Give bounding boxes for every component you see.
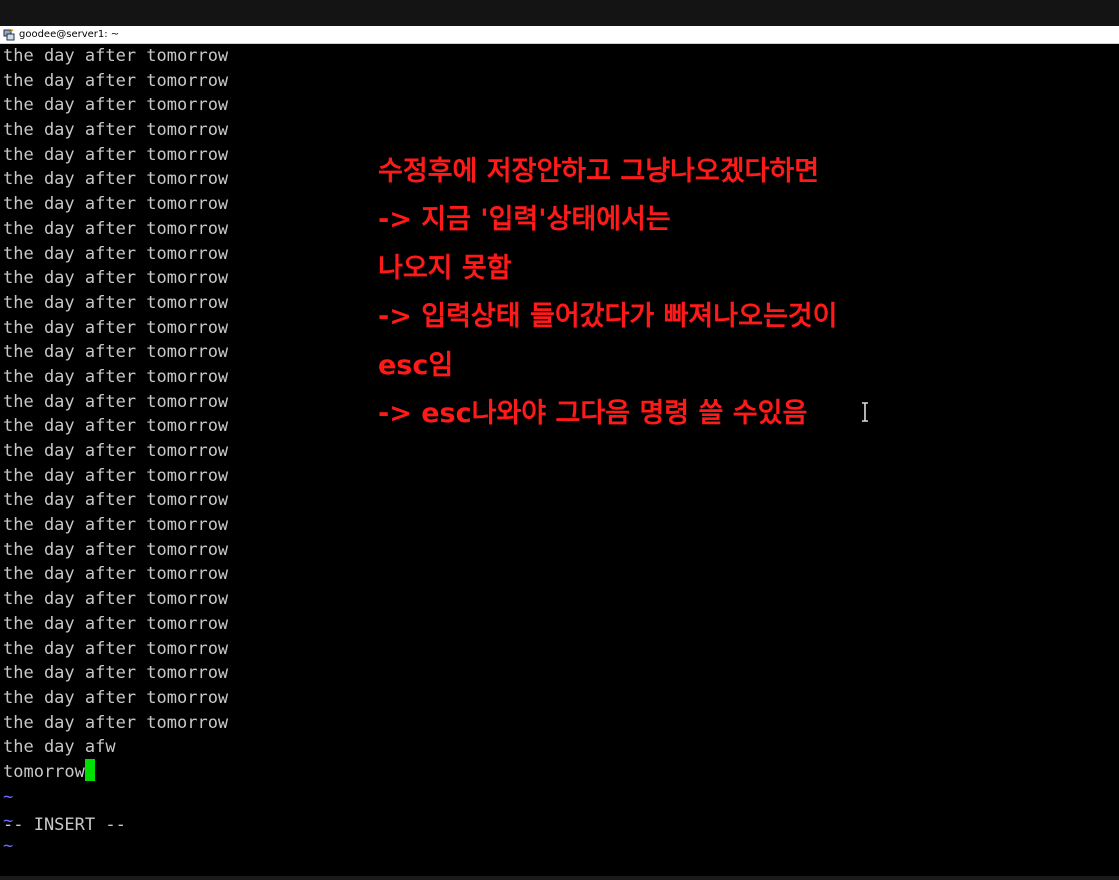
terminal-line: the day after tomorrow <box>3 46 229 66</box>
annotation-text: 수정후에 저장안하고 그냥나오겠다하면 -> 지금 '입력'상태에서는나오지 못함… <box>378 148 837 438</box>
terminal-line: the day after tomorrow <box>3 95 229 116</box>
putty-icon <box>3 28 15 40</box>
window-title-bar[interactable]: goodee@server1: ~ <box>0 26 1119 44</box>
i-beam-cursor-icon <box>862 402 868 422</box>
window-bottom-edge <box>0 876 1119 880</box>
terminal-lines: the day after tomorrow the day after tomo… <box>3 44 228 859</box>
annotation-line: -> 지금 '입력'상태에서는 <box>378 204 671 236</box>
terminal-line: the day after tomorrow <box>3 169 229 190</box>
window-title: goodee@server1: ~ <box>19 29 120 40</box>
terminal-line: the day after tomorrow <box>3 441 229 461</box>
annotation-line: 나오지 못함 <box>378 252 512 284</box>
annotation-line: -> esc나와야 그다음 명령 쓸 수있음 <box>378 398 808 430</box>
terminal-line: the day after tomorrow <box>3 317 229 338</box>
terminal-line: the day after tomorrow <box>3 292 229 313</box>
vim-mode-status: -- INSERT -- <box>3 815 126 835</box>
terminal-line: the day after tomorrow <box>3 342 229 363</box>
annotation-line: 수정후에 저장안하고 그냥나오겠다하면 <box>378 156 820 187</box>
terminal-line: the day after tomorrow <box>3 120 229 141</box>
annotation-line: esc임 <box>378 349 454 381</box>
window-top-bar <box>0 0 1119 26</box>
terminal-line: the day after tomorrow <box>3 416 229 437</box>
terminal-line: the day after tomorrow <box>3 218 229 239</box>
terminal-line: the day after tomorrow <box>3 268 229 289</box>
terminal-line: the day after tomorrow <box>3 391 229 412</box>
annotation-line: -> 입력상태 들어갔다가 빠져나오는것이 <box>378 301 838 333</box>
terminal-line-text: tomorrow <box>3 761 85 782</box>
terminal-line: the day after tomorrow <box>3 243 229 264</box>
terminal-line: the day after tomorrow <box>3 70 229 91</box>
terminal-line: the day after tomorrow <box>3 613 229 634</box>
terminal-line: the day after tomorrow <box>3 638 229 659</box>
terminal-cursor-line: tomorrow <box>3 759 228 785</box>
empty-line-tilde: ~ <box>3 836 14 856</box>
terminal-line: the day after tomorrow <box>3 539 229 560</box>
terminal-line: the day after tomorrow <box>3 144 229 165</box>
block-cursor <box>84 759 95 782</box>
terminal-line: the day after tomorrow <box>3 515 229 536</box>
terminal-line: the day after tomorrow <box>3 465 229 486</box>
terminal-line: the day after tomorrow <box>3 490 229 511</box>
terminal-line: the day afw <box>3 737 116 758</box>
terminal-line: the day after tomorrow <box>3 366 229 387</box>
terminal-line: the day after tomorrow <box>3 564 229 585</box>
terminal-line: the day after tomorrow <box>3 589 229 610</box>
terminal-line: the day after tomorrow <box>3 663 229 684</box>
terminal-line: the day after tomorrow <box>3 712 229 733</box>
terminal-line: the day after tomorrow <box>3 194 229 215</box>
empty-line-tilde: ~ <box>3 786 14 807</box>
terminal-screen[interactable]: the day after tomorrow the day after tomo… <box>0 44 1119 876</box>
terminal-line: the day after tomorrow <box>3 687 229 708</box>
